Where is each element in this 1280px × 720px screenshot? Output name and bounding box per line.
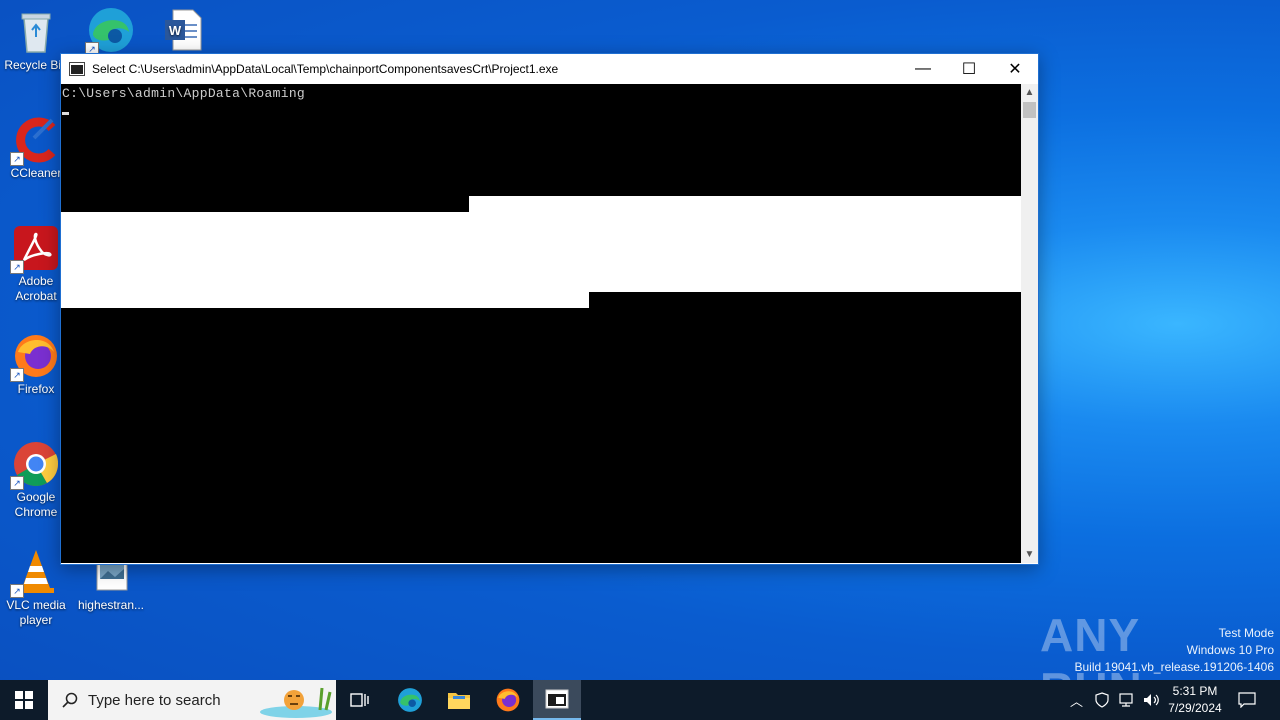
tray-network-icon[interactable]: [1118, 680, 1136, 720]
console-window[interactable]: Select C:\Users\admin\AppData\Local\Temp…: [60, 53, 1039, 565]
selection-highlight: [61, 212, 1021, 292]
edge-icon: [398, 688, 422, 712]
desktop-icon-label: Adobe Acrobat: [15, 274, 57, 303]
desktop-icon-word-doc[interactable]: W: [148, 6, 218, 56]
show-hidden-icons-button[interactable]: ︿: [1070, 680, 1083, 720]
window-title: Select C:\Users\admin\AppData\Local\Temp…: [92, 62, 559, 76]
maximize-button[interactable]: ☐: [946, 54, 992, 84]
svg-text:W: W: [169, 23, 182, 38]
shortcut-arrow-icon: ↗: [10, 260, 24, 274]
os-edition-label: Windows 10 Pro: [1186, 643, 1274, 657]
desktop-icon-label: CCleaner: [10, 166, 62, 180]
console-app-icon: [69, 62, 85, 76]
ccleaner-icon: ↗: [10, 116, 60, 166]
action-center-button[interactable]: [1238, 680, 1256, 720]
desktop-icon-label: Recycle Bin: [4, 58, 68, 72]
desktop-icon-label: VLC media player: [6, 598, 66, 627]
selection-highlight: [61, 292, 589, 308]
minimize-button[interactable]: —: [900, 54, 946, 84]
taskbar-clock[interactable]: 5:31 PM 7/29/2024: [1160, 683, 1230, 717]
task-view-icon: [350, 693, 369, 707]
taskbar-console-button[interactable]: [533, 680, 581, 720]
text-cursor: [62, 112, 69, 115]
vlc-cone-icon: ↗: [10, 548, 60, 598]
scrollbar-thumb[interactable]: [1023, 102, 1036, 118]
chrome-icon: ↗: [10, 440, 60, 490]
tray-security-icon[interactable]: [1094, 680, 1110, 720]
taskbar: Type here to search ︿ 5:31 PM 7/29/2024: [0, 680, 1280, 720]
shortcut-arrow-icon: ↗: [10, 368, 24, 382]
firefox-icon: ↗: [10, 332, 60, 382]
scroll-down-icon[interactable]: ▼: [1021, 546, 1038, 563]
desktop-icon-label: highestran...: [77, 598, 145, 612]
console-line: C:\Users\admin\AppData\Roaming: [62, 86, 306, 101]
maximize-icon: ☐: [961, 61, 977, 78]
console-app-icon: [545, 689, 569, 709]
search-placeholder: Type here to search: [88, 691, 221, 709]
selection-highlight: [469, 196, 1021, 212]
window-titlebar[interactable]: Select C:\Users\admin\AppData\Local\Temp…: [61, 54, 1038, 84]
close-icon: ✕: [1008, 61, 1022, 78]
start-button[interactable]: [0, 680, 48, 720]
recycle-bin-icon: [12, 8, 60, 56]
close-button[interactable]: ✕: [992, 54, 1038, 84]
clock-date: 7/29/2024: [1168, 701, 1222, 715]
folder-icon: [448, 693, 470, 709]
test-mode-label: Test Mode: [1218, 626, 1274, 640]
shortcut-arrow-icon: ↗: [10, 152, 24, 166]
search-icon: [62, 692, 78, 708]
shortcut-arrow-icon: ↗: [10, 584, 24, 598]
shield-icon: [1095, 692, 1109, 708]
edge-icon: ↗: [85, 6, 135, 56]
taskbar-file-explorer-button[interactable]: [435, 680, 483, 720]
task-view-button[interactable]: [336, 680, 384, 720]
desktop-icon-label: Firefox: [17, 382, 55, 396]
taskbar-firefox-button[interactable]: [484, 680, 532, 720]
network-icon: [1119, 693, 1133, 707]
windows-logo-icon: [15, 691, 33, 709]
notification-icon: [1238, 692, 1256, 708]
tiger-illustration-icon: [260, 687, 332, 718]
taskbar-search-box[interactable]: Type here to search: [48, 680, 336, 720]
adobe-acrobat-icon: ↗: [10, 224, 60, 274]
vertical-scrollbar[interactable]: ▲ ▼: [1021, 84, 1038, 563]
taskbar-edge-button[interactable]: [386, 680, 434, 720]
tray-volume-icon[interactable]: [1142, 680, 1160, 720]
firefox-icon: [496, 688, 520, 712]
os-watermark: Test Mode Windows 10 Pro Build 19041.vb_…: [1075, 625, 1275, 676]
desktop-icon-edge[interactable]: ↗: [76, 6, 146, 56]
scroll-up-icon[interactable]: ▲: [1021, 84, 1038, 101]
shortcut-arrow-icon: ↗: [10, 476, 24, 490]
speaker-icon: [1144, 694, 1159, 706]
desktop-icon-label: Google Chrome: [14, 490, 58, 519]
chevron-up-icon: ︿: [1070, 693, 1084, 709]
console-output[interactable]: C:\Users\admin\AppData\Roaming: [61, 84, 1021, 563]
word-document-icon: W: [159, 6, 207, 54]
clock-time: 5:31 PM: [1172, 684, 1218, 698]
minimize-icon: —: [915, 60, 931, 77]
build-label: Build 19041.vb_release.191206-1406: [1074, 660, 1275, 674]
